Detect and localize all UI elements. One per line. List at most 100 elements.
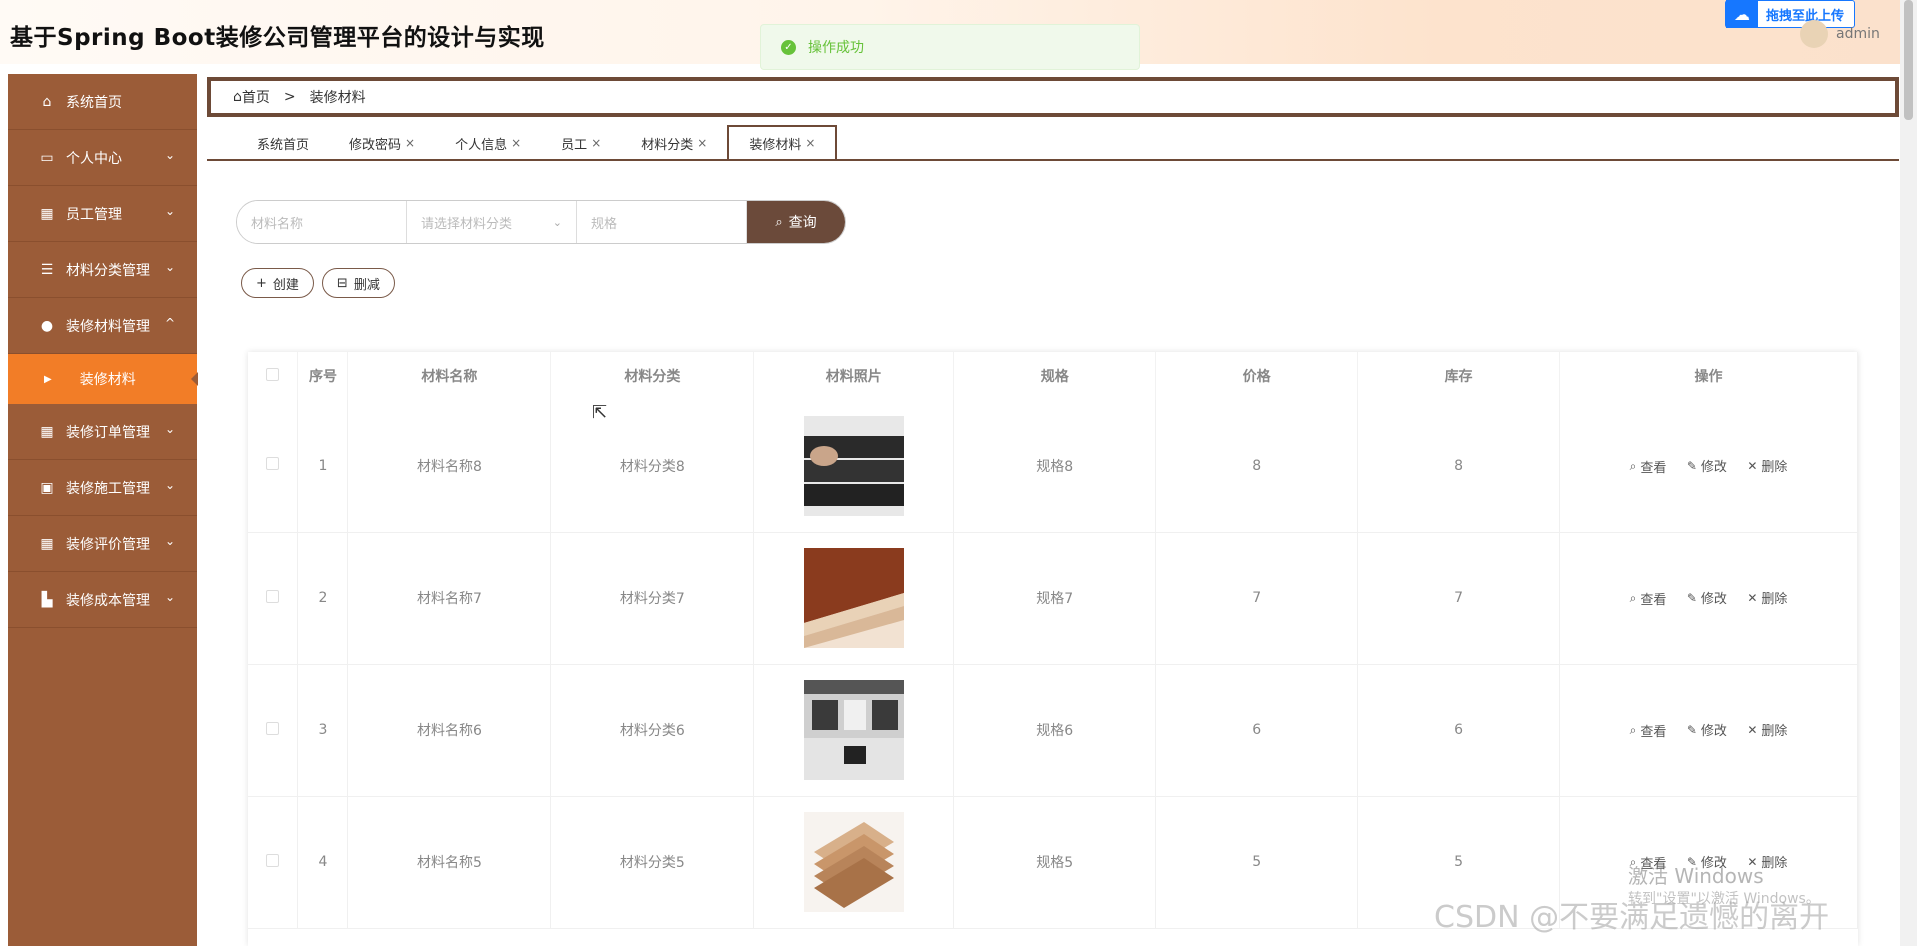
sidebar-item-construction[interactable]: ▣ 装修施工管理 ⌄ [8,460,197,516]
close-icon[interactable]: × [511,136,521,150]
grid-icon: ▦ [40,535,54,552]
category-select[interactable]: 请选择材料分类 ⌄ [407,201,577,243]
sidebar-item-label: 系统首页 [66,94,122,111]
row-checkbox[interactable] [266,853,280,867]
sidebar-item-review[interactable]: ▦ 装修评价管理 ⌄ [8,516,197,572]
column-header: 库存 [1357,352,1561,400]
tab-home[interactable]: 系统首页 [237,127,329,159]
edit-button[interactable]: ✎ 修改 [1686,456,1727,476]
tab-label: 装修材料 [749,137,802,153]
page-scrollbar[interactable] [1900,0,1917,946]
row-number: 3 [297,664,349,797]
clipboard-icon: ▣ [40,479,54,496]
material-name-input[interactable]: 材料名称 [237,201,407,243]
delete-button-label: 删除 [1761,592,1788,608]
tab-password[interactable]: 修改密码 × [329,127,435,159]
chevron-down-icon: ⌄ [164,260,175,274]
table-row: 3 材料名称6 材料分类6 规格6 6 6 ⌕ 查看 ✎ 修改 ✕ 删除 [248,664,1858,797]
pencil-icon: ✎ [1686,590,1697,605]
sidebar-item-orders[interactable]: ▦ 装修订单管理 ⌄ [8,404,197,460]
view-button[interactable]: ⌕ 查看 [1630,721,1667,740]
sidebar-item-label: 装修评价管理 [66,536,150,553]
delete-button-label: 删除 [1761,460,1788,475]
material-spec: 规格5 [953,796,1157,929]
delete-batch-button-label: 删减 [353,277,380,293]
sidebar-item-staff[interactable]: ▦ 员工管理 ⌄ [8,186,197,242]
sidebar-item-label: 装修订单管理 [66,424,150,441]
sidebar-item-personal[interactable]: ▭ 个人中心 ⌄ [8,130,197,186]
sidebar-item-label: 装修施工管理 [66,480,150,497]
breadcrumb-home[interactable]: 首页 [242,87,270,107]
toast-message: 操作成功 [808,40,864,56]
sidebar-item-label: 装修材料管理 [66,318,150,335]
delete-button[interactable]: ✕ 删除 [1747,720,1787,740]
tab-profile[interactable]: 个人信息 × [435,127,541,159]
sidebar-item-label: 材料分类管理 [66,262,150,279]
list-icon: ☰ [40,261,54,278]
material-table: 序号 材料名称 材料分类 材料照片 规格 价格 库存 操作 1 材料名称8 材料… [248,352,1858,946]
close-icon[interactable]: × [805,136,815,150]
tab-staff[interactable]: 员工 × [541,127,621,159]
view-button[interactable]: ⌕ 查看 [1630,589,1667,608]
material-name: 材料名称7 [347,532,552,665]
search-icon: ⌕ [775,214,783,230]
create-button[interactable]: + 创建 [241,268,314,298]
view-button[interactable]: ⌕ 查看 [1630,457,1667,476]
sidebar-item-material[interactable]: ● 装修材料管理 ^ [8,298,197,354]
user-menu[interactable]: admin [1800,20,1880,48]
grid-icon: ▦ [40,205,54,222]
shop-icon: ▙ [41,591,53,608]
delete-button[interactable]: ✕ 删除 [1747,456,1788,476]
close-icon[interactable]: × [405,136,415,150]
chevron-down-icon: ⌄ [164,148,175,162]
tab-bar: 系统首页 修改密码 × 个人信息 × 员工 × 材料分类 × 装修材料 × [207,125,1899,161]
select-all-checkbox[interactable] [266,367,280,381]
category-select-placeholder: 请选择材料分类 [421,216,513,232]
material-photo-panels[interactable] [803,812,904,912]
edit-button-label: 修改 [1700,460,1727,475]
edit-button[interactable]: ✎ 修改 [1686,720,1727,740]
search-icon: ⌕ [1629,590,1637,605]
home-icon: ⌂ [42,93,52,110]
tab-material[interactable]: 装修材料 × [727,125,838,159]
column-header: 材料分类 [550,352,755,400]
column-header: 材料名称 [347,352,552,400]
plus-icon: + [256,275,267,291]
sidebar-item-cost[interactable]: ▙ 装修成本管理 ⌄ [8,572,197,628]
sidebar-subitem-material[interactable]: ▶ 装修材料 [8,354,198,404]
windows-activation-title: 激活 Windows [1628,864,1764,888]
csdn-watermark: CSDN @不要满足遗憾的离开 [1434,900,1830,935]
select-all-cell[interactable] [248,352,299,400]
close-icon[interactable]: × [697,136,707,150]
cloud-icon: ☁ [1726,0,1758,28]
username: admin [1836,26,1880,42]
sidebar-item-material-category[interactable]: ☰ 材料分类管理 ⌄ [8,242,197,298]
search-button[interactable]: ⌕ 查询 [747,201,845,243]
delete-button-label: 删除 [1761,856,1788,872]
material-photo-kitchen[interactable] [803,680,904,780]
row-checkbox[interactable] [266,457,280,471]
edit-button[interactable]: ✎ 修改 [1686,588,1727,608]
row-checkbox[interactable] [266,721,280,735]
pencil-icon: ✎ [1686,722,1697,737]
column-header: 操作 [1559,352,1858,400]
row-checkbox[interactable] [266,589,280,603]
bulb-icon: ● [40,317,54,334]
delete-button[interactable]: ✕ 删除 [1747,588,1788,608]
column-header: 规格 [953,352,1157,400]
close-icon[interactable]: × [591,136,601,150]
sidebar-item-home[interactable]: ⌂ 系统首页 [8,74,197,130]
spec-input[interactable]: 规格 [577,201,747,243]
tab-material-category[interactable]: 材料分类 × [621,127,727,159]
scrollbar-thumb[interactable] [1904,0,1913,120]
tab-label: 员工 [561,137,588,153]
row-actions: ⌕ 查看 ✎ 修改 ✕ 删除 [1559,400,1858,533]
material-photo-cell [753,796,955,929]
material-stock: 8 [1357,400,1561,533]
chevron-up-icon: ^ [164,316,175,330]
material-photo-foam[interactable] [803,415,904,516]
pencil-icon: ✎ [1686,458,1697,473]
material-photo-board[interactable] [803,548,904,648]
search-button-label: 查询 [788,215,817,231]
delete-batch-button[interactable]: ⊟ 删减 [321,268,395,298]
